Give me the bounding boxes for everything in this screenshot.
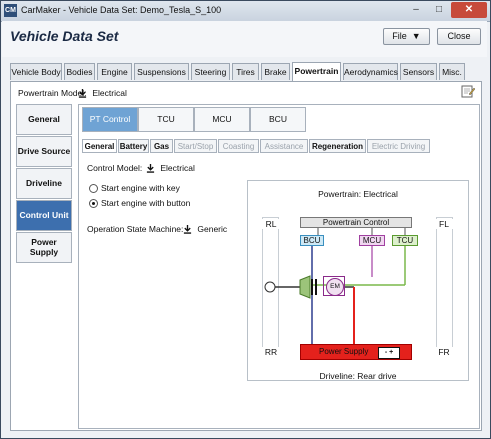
tab-brake[interactable]: Brake [261,63,290,80]
minimize-button[interactable]: – [405,2,427,18]
close-button[interactable]: Close [437,28,481,45]
subtab-battery[interactable]: Battery [118,139,149,153]
power-supply-label: Power Supply [319,347,369,356]
sidebar-item-power-supply[interactable]: Power Supply [16,232,72,263]
tab-steering[interactable]: Steering [191,63,230,80]
power-supply-box: Power Supply - + [300,344,412,360]
window-close-button[interactable]: ✕ [451,2,487,18]
tab-bcu[interactable]: BCU [250,107,306,132]
tab-misc[interactable]: Misc. [439,63,465,80]
mcu-box: MCU [359,235,385,246]
tab-engine[interactable]: Engine [97,63,132,80]
subtab-start-stop[interactable]: Start/Stop [174,139,217,153]
powertrain-model-value: Electrical [92,88,127,98]
powertrain-diagram: Powertrain: Electrical RL FL RR FR Power… [247,180,469,381]
control-model-value: Electrical [160,163,195,173]
subtab-regeneration[interactable]: Regeneration [309,139,366,153]
tcu-box: TCU [392,235,418,246]
title-bar: CM CarMaker - Vehicle Data Set: Demo_Tes… [1,1,490,22]
page-title: Vehicle Data Set [10,28,119,44]
sidebar-item-driveline[interactable]: Driveline [16,168,72,199]
subtab-coasting[interactable]: Coasting [218,139,259,153]
powertrain-model-label: Powertrain Model: [18,88,87,98]
electric-motor: EM [326,278,344,296]
diagram-footer: Driveline: Rear drive [319,371,397,381]
download-icon [183,225,192,235]
sidebar: General Drive Source Driveline Control U… [16,104,72,264]
subtab-gas[interactable]: Gas [150,139,173,153]
tab-sensors[interactable]: Sensors [400,63,437,80]
tab-tires[interactable]: Tires [232,63,259,80]
powertrain-model-select[interactable]: Electrical [78,88,127,99]
tab-tcu[interactable]: TCU [138,107,194,132]
subtab-assistance[interactable]: Assistance [260,139,308,153]
control-model-select[interactable]: Electrical [146,163,195,174]
battery-icon: - + [378,347,400,359]
file-label: File [392,31,407,41]
powertrain-control-box: Powertrain Control [300,217,412,228]
tab-powertrain[interactable]: Powertrain [292,62,341,81]
tab-bodies[interactable]: Bodies [64,63,95,80]
op-state-value: Generic [197,224,228,234]
tab-pt-control[interactable]: PT Control [82,107,138,132]
edit-notes-icon[interactable] [461,84,475,98]
tab-mcu[interactable]: MCU [194,107,250,132]
sidebar-item-drive-source[interactable]: Drive Source [16,136,72,167]
sidebar-item-general[interactable]: General [16,104,72,135]
dropdown-arrow-icon: ▼ [409,31,421,41]
start-key-label: Start engine with key [101,183,180,193]
maximize-button[interactable]: □ [428,2,450,18]
subtab-electric-driving[interactable]: Electric Driving [367,139,430,153]
control-model-label: Control Model: [87,163,143,173]
file-menu-button[interactable]: File ▼ [383,28,430,45]
op-state-select[interactable]: Generic [183,224,228,235]
download-icon [78,89,87,99]
window-title: CarMaker - Vehicle Data Set: Demo_Tesla_… [21,5,222,15]
op-state-label: Operation State Machine: [87,224,184,234]
start-button-label: Start engine with button [101,198,191,208]
download-icon [146,164,155,174]
bcu-box: BCU [300,235,324,246]
sidebar-item-control-unit[interactable]: Control Unit [16,200,72,231]
tab-suspensions[interactable]: Suspensions [134,63,189,80]
tab-aerodynamics[interactable]: Aerodynamics [343,63,398,80]
start-key-radio[interactable] [89,184,98,193]
tab-vehicle-body[interactable]: Vehicle Body [10,63,62,80]
subtab-general[interactable]: General [82,139,117,153]
app-logo-icon: CM [4,4,17,17]
start-button-radio[interactable] [89,199,98,208]
